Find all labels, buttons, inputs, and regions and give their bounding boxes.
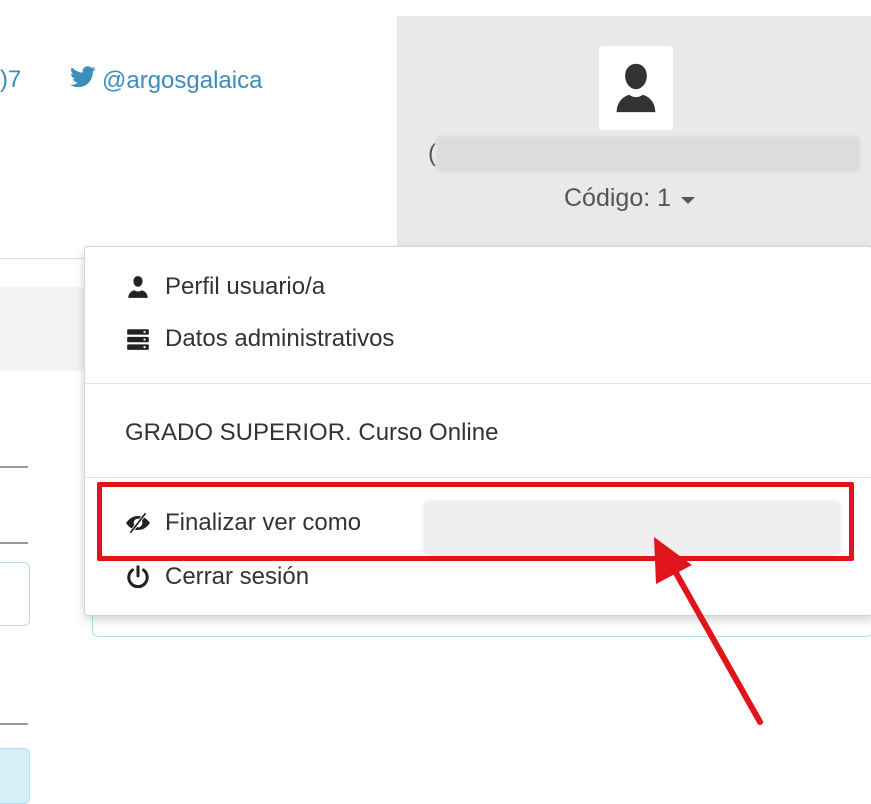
background-box bbox=[0, 748, 30, 804]
caret-down-icon bbox=[681, 197, 696, 204]
menu-divider bbox=[85, 383, 871, 384]
user-code-label: Código: 1 bbox=[564, 184, 672, 212]
menu-item-admin-data[interactable]: Datos administrativos bbox=[125, 325, 394, 353]
menu-item-logout[interactable]: Cerrar sesión bbox=[125, 563, 309, 591]
twitter-link[interactable]: @argosgalaica bbox=[70, 66, 262, 95]
user-name-redacted bbox=[436, 136, 860, 172]
twitter-icon bbox=[70, 66, 96, 95]
twitter-handle: @argosgalaica bbox=[102, 66, 263, 94]
menu-item-course[interactable]: GRADO SUPERIOR. Curso Online bbox=[125, 419, 498, 447]
user-icon bbox=[125, 274, 151, 300]
user-name-prefix: ( bbox=[428, 140, 436, 167]
course-label: GRADO SUPERIOR. Curso Online bbox=[125, 419, 499, 446]
menu-item-label: Perfil usuario/a bbox=[165, 273, 326, 300]
background-dash bbox=[0, 723, 28, 725]
server-icon bbox=[125, 326, 151, 352]
menu-item-profile[interactable]: Perfil usuario/a bbox=[125, 273, 325, 301]
user-avatar-icon bbox=[616, 63, 656, 113]
annotation-highlight-box bbox=[97, 482, 854, 561]
menu-item-label: Datos administrativos bbox=[165, 325, 395, 352]
avatar[interactable] bbox=[599, 46, 673, 130]
menu-divider bbox=[85, 477, 871, 478]
background-dash bbox=[0, 466, 28, 468]
background-box bbox=[0, 562, 30, 626]
background-dash bbox=[0, 542, 28, 544]
phone-number-fragment: )7 bbox=[0, 66, 22, 93]
background-band bbox=[0, 287, 84, 371]
divider bbox=[0, 258, 84, 259]
user-code-dropdown[interactable]: Código: 1 bbox=[564, 184, 696, 213]
menu-item-label: Cerrar sesión bbox=[165, 563, 310, 590]
power-icon bbox=[125, 564, 151, 590]
